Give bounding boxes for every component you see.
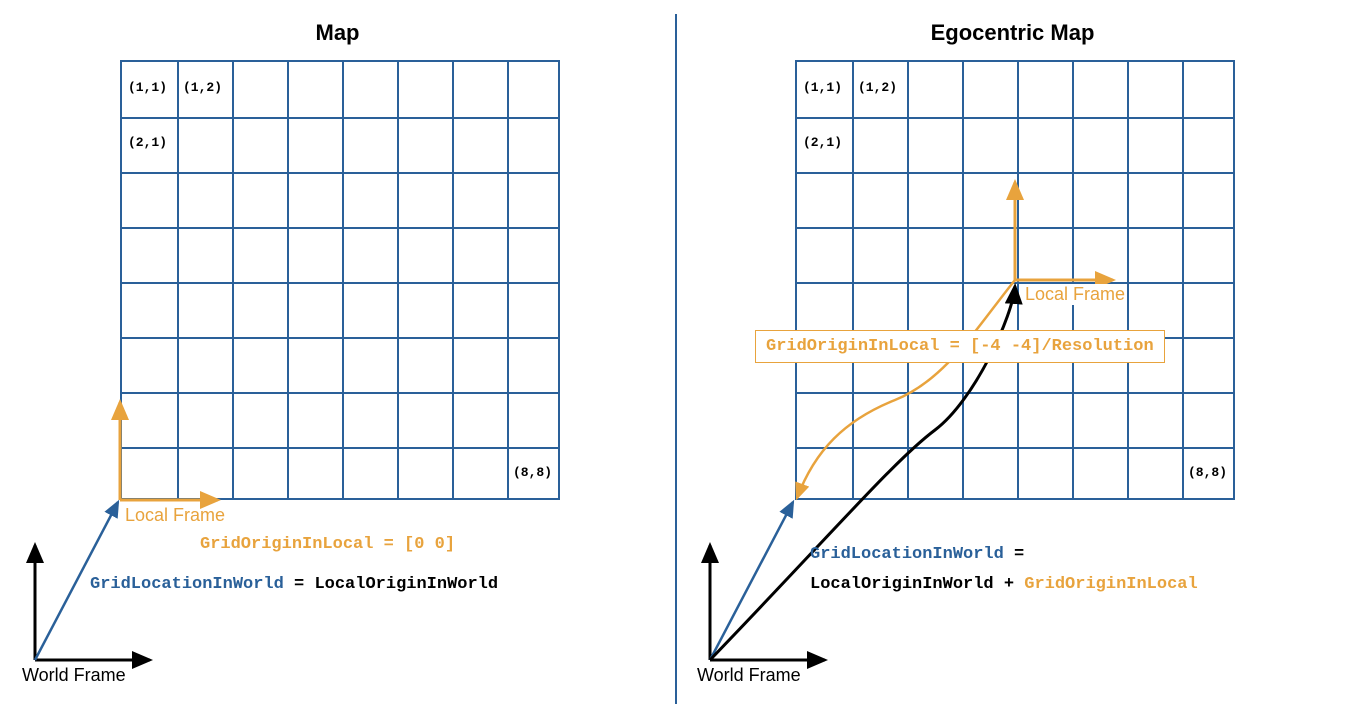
right-grid: (1,1) (1,2) (2,1) (8,8) xyxy=(795,60,1235,500)
left-local-frame-label: Local Frame xyxy=(125,505,225,526)
right-local-frame-label: Local Frame xyxy=(1023,284,1127,305)
left-localorigin-term: LocalOriginInWorld xyxy=(314,575,498,594)
right-equals: = xyxy=(1004,545,1024,564)
left-cell-88: (8,8) xyxy=(513,465,552,480)
left-cell-11: (1,1) xyxy=(128,80,167,95)
left-title: Map xyxy=(0,20,675,46)
right-panel: Egocentric Map (1,1) (1,2) (2,1) (8,8) xyxy=(675,0,1350,720)
left-gridloc-term: GridLocationInWorld xyxy=(90,575,284,594)
right-world-frame-label: World Frame xyxy=(697,665,801,686)
right-cell-88: (8,8) xyxy=(1188,465,1227,480)
left-grid-loc-formula: GridLocationInWorld = LocalOriginInWorld xyxy=(90,575,498,594)
left-world-frame-label: World Frame xyxy=(22,665,126,686)
right-localorigin-term: LocalOriginInWorld xyxy=(810,575,994,594)
left-cell-21: (2,1) xyxy=(128,135,167,150)
right-gridloc-term: GridLocationInWorld xyxy=(810,545,1004,564)
left-grid: (1,1) (1,2) (2,1) (8,8) xyxy=(120,60,560,500)
right-grid-location-arrow xyxy=(710,502,793,660)
left-grid-origin-formula: GridOriginInLocal = [0 0] xyxy=(200,535,455,554)
left-equals: = xyxy=(284,575,315,594)
right-grid-loc-formula-line1: GridLocationInWorld = xyxy=(810,545,1024,564)
diagram-container: Map (1,1) (1,2) (2,1) (8,8) xyxy=(0,0,1350,720)
right-cell-11: (1,1) xyxy=(803,80,842,95)
right-grid-origin-box: GridOriginInLocal = [-4 -4]/Resolution xyxy=(755,330,1165,363)
right-grid-loc-formula-line2: LocalOriginInWorld + GridOriginInLocal xyxy=(810,575,1198,594)
right-title: Egocentric Map xyxy=(675,20,1350,46)
right-cell-12: (1,2) xyxy=(858,80,897,95)
right-gridorigin-term: GridOriginInLocal xyxy=(1024,575,1197,594)
left-panel: Map (1,1) (1,2) (2,1) (8,8) xyxy=(0,0,675,720)
right-plus: + xyxy=(994,575,1025,594)
left-cell-12: (1,2) xyxy=(183,80,222,95)
right-cell-21: (2,1) xyxy=(803,135,842,150)
